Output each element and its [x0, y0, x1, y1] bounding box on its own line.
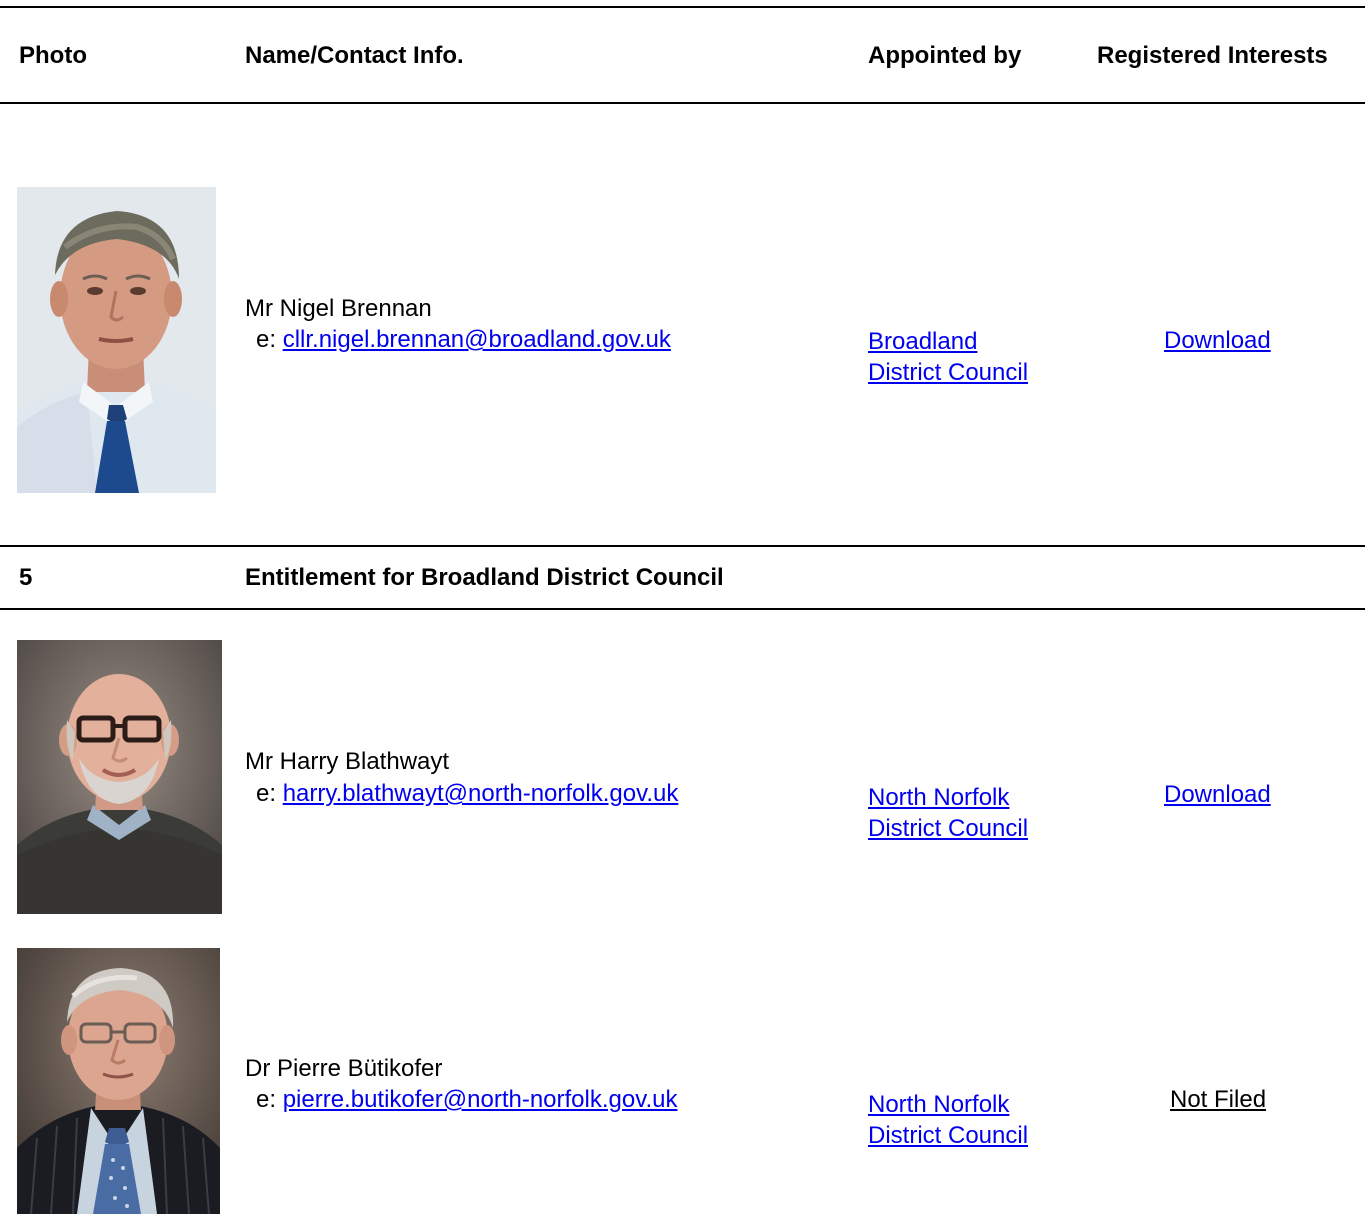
- interests-download-link[interactable]: Download: [1164, 781, 1271, 808]
- header-bottom-rule: [0, 102, 1365, 104]
- appointed-by-link-line2[interactable]: District Council: [868, 1120, 1058, 1151]
- section-number: 5: [19, 564, 33, 591]
- email-prefix: e:: [256, 780, 277, 807]
- appointed-by-link-group: North Norfolk District Council: [868, 782, 1058, 844]
- interests-cell: Download: [1164, 780, 1271, 810]
- member-email-line: e: harry.blathwayt@north-norfolk.gov.uk: [256, 779, 678, 809]
- person-photo-icon: [17, 187, 216, 493]
- table-top-rule: [0, 6, 1365, 8]
- appointed-by-link-group: North Norfolk District Council: [868, 1089, 1058, 1151]
- section-title: Entitlement for Broadland District Counc…: [245, 564, 724, 591]
- member-photo: [17, 948, 220, 1214]
- interests-cell: Download: [1164, 326, 1271, 356]
- email-prefix: e:: [256, 1086, 277, 1113]
- member-name: Dr Pierre Bütikofer: [245, 1055, 443, 1082]
- section-bottom-rule: [0, 608, 1365, 610]
- header-photo: Photo: [19, 42, 87, 69]
- header-registered-interests: Registered Interests: [1097, 42, 1328, 69]
- member-name: Mr Nigel Brennan: [245, 295, 432, 322]
- section-top-rule: [0, 545, 1365, 547]
- appointed-by-link-line1[interactable]: North Norfolk: [868, 782, 1058, 813]
- member-email-line: e: cllr.nigel.brennan@broadland.gov.uk: [256, 325, 671, 355]
- appointed-by-link-line1[interactable]: North Norfolk: [868, 1089, 1058, 1120]
- member-photo: [17, 640, 222, 914]
- member-email-link[interactable]: cllr.nigel.brennan@broadland.gov.uk: [283, 326, 671, 353]
- header-appointed-by: Appointed by: [868, 42, 1022, 69]
- member-name: Mr Harry Blathwayt: [245, 748, 450, 775]
- appointed-by-link-line2[interactable]: District Council: [868, 357, 1058, 388]
- email-prefix: e:: [256, 326, 277, 353]
- member-photo: [17, 187, 216, 493]
- interests-not-filed: Not Filed: [1170, 1086, 1267, 1113]
- appointed-by-link-group: Broadland District Council: [868, 326, 1058, 388]
- appointed-by-link-line2[interactable]: District Council: [868, 813, 1058, 844]
- member-email-line: e: pierre.butikofer@north-norfolk.gov.uk: [256, 1085, 677, 1115]
- person-photo-icon: [17, 640, 222, 914]
- member-email-link[interactable]: harry.blathwayt@north-norfolk.gov.uk: [283, 780, 679, 807]
- person-photo-icon: [17, 948, 220, 1214]
- member-email-link[interactable]: pierre.butikofer@north-norfolk.gov.uk: [283, 1086, 678, 1113]
- appointed-by-link-line1[interactable]: Broadland: [868, 326, 1058, 357]
- header-name-contact: Name/Contact Info.: [245, 42, 464, 69]
- interests-download-link[interactable]: Download: [1164, 327, 1271, 354]
